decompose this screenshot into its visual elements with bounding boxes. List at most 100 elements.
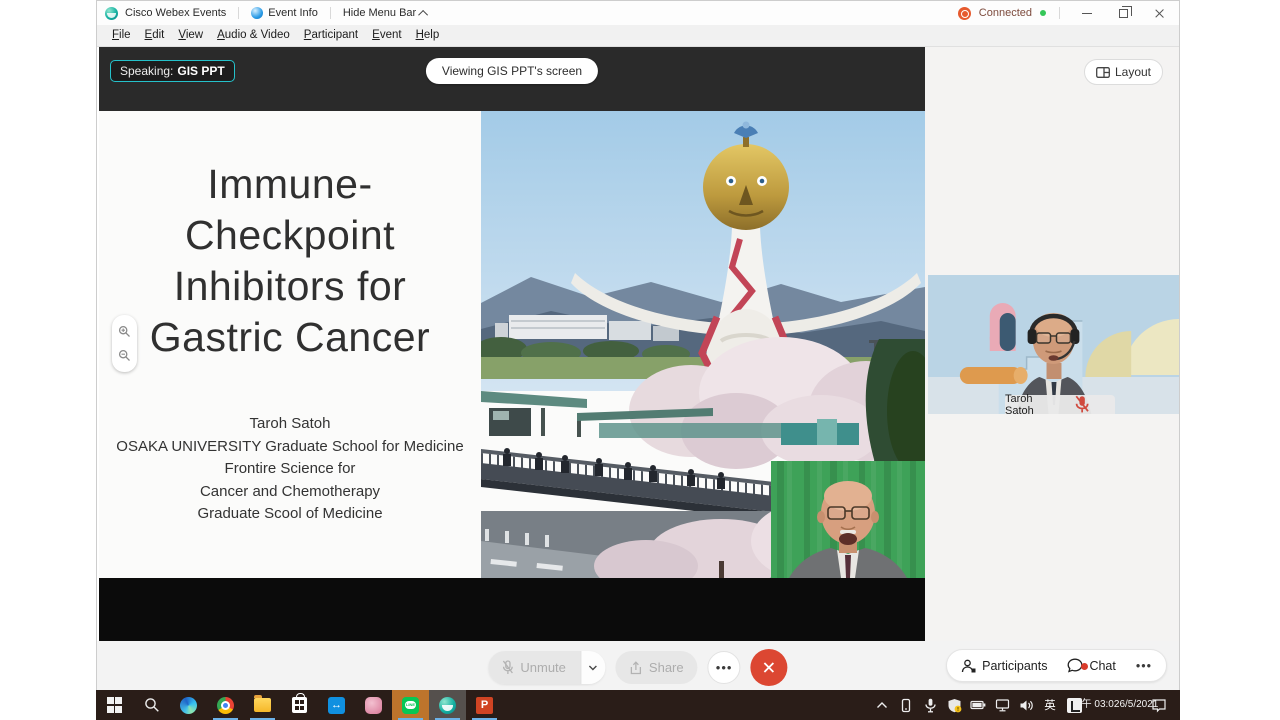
taskbar-line-button[interactable]: LINE [392,690,429,720]
right-panel: Layout [925,47,1179,641]
defender-shield-icon [947,698,962,713]
chevron-up-icon [876,701,888,709]
more-options-button[interactable]: ••• [708,651,741,684]
windows-taskbar: ↔ LINE P [96,690,1180,720]
taskbar-powerpoint-button[interactable]: P [466,690,503,720]
tray-expand-button[interactable] [870,701,894,709]
taskbar-webex-button[interactable] [429,690,466,720]
taskbar-chrome-button[interactable] [207,690,244,720]
webex-logo-icon [105,7,118,20]
tray-volume-button[interactable] [1014,699,1038,712]
windows-logo-icon [107,697,123,713]
taskbar-search-button[interactable] [133,690,170,720]
control-bar: Unmute Share ••• [97,641,1179,691]
file-explorer-icon [254,698,271,712]
leave-event-button[interactable] [751,649,788,686]
taskbar-store-button[interactable] [281,690,318,720]
minimize-button[interactable] [1073,3,1101,23]
divider [330,7,331,19]
menu-item-audio-video[interactable]: Audio & Video [210,25,297,46]
taskbar-clock[interactable]: 下午 03:02 6/5/2021 [1086,699,1144,711]
chevron-up-icon [418,9,428,19]
microsoft-store-icon [292,697,307,713]
menu-bar: File Edit View Audio & Video Participant… [97,25,1179,47]
action-center-button[interactable] [1144,698,1174,713]
taskbar-edge-button[interactable] [170,690,207,720]
taskbar-app-button[interactable] [355,690,392,720]
zoom-controls [112,315,137,372]
slide-author-block: Taroh Satoh OSAKA UNIVERSITY Graduate Sc… [99,413,481,526]
tray-device-button[interactable] [894,698,918,713]
close-button[interactable] [1145,3,1173,23]
event-info-icon [251,7,263,19]
divider [1059,7,1060,19]
participant-video-frame [928,275,1179,414]
speaking-badge: Speaking: GIS PPT [110,60,235,82]
minimize-icon [1082,13,1092,14]
participants-icon [961,659,976,673]
participant-video[interactable]: Taroh Satoh [928,275,1179,414]
mic-muted-icon [1049,395,1115,414]
speaker-name: GIS PPT [177,64,224,78]
menu-item-view[interactable]: View [171,25,210,46]
app-title: Cisco Webex Events [125,7,226,19]
line-icon: LINE [402,697,419,714]
layout-button[interactable]: Layout [1084,59,1163,85]
unmute-split-button: Unmute [488,651,605,684]
close-icon [763,661,776,674]
hide-menu-bar-button[interactable]: Hide Menu Bar [343,7,428,19]
speaking-label: Speaking: [120,64,173,78]
shared-screen: Immune- Checkpoint Inhibitors for Gastri… [99,111,925,578]
title-bar: Cisco Webex Events Event Info Hide Menu … [97,1,1179,25]
share-icon [629,661,642,675]
screenshot-canvas: Cisco Webex Events Event Info Hide Menu … [0,0,1280,720]
unmute-options-button[interactable] [580,651,605,684]
presenter-inset-video [771,461,925,578]
search-icon [144,697,160,713]
menu-item-participant[interactable]: Participant [297,25,365,46]
chat-button[interactable]: Chat [1057,658,1125,673]
layout-icon [1096,67,1110,78]
chevron-down-icon [588,665,597,671]
zoom-out-button[interactable] [118,349,131,362]
webex-window: Cisco Webex Events Event Info Hide Menu … [96,0,1180,690]
menu-item-event[interactable]: Event [365,25,408,46]
connected-status-dot [1040,10,1046,16]
menu-item-edit[interactable]: Edit [138,25,172,46]
tray-network-button[interactable] [990,698,1014,712]
tray-microphone-button[interactable] [918,698,942,713]
edge-icon [180,697,197,714]
powerpoint-icon: P [476,697,493,714]
system-tray: 英 下午 03:02 6/5/2021 [870,690,1180,720]
network-display-icon [995,698,1010,712]
taskbar-teamviewer-button[interactable]: ↔ [318,690,355,720]
panel-buttons-group: Participants Chat ••• [946,649,1167,682]
menu-item-help[interactable]: Help [409,25,447,46]
tray-battery-button[interactable] [966,699,990,711]
menu-item-file[interactable]: File [105,25,138,46]
taskbar-file-explorer-button[interactable] [244,690,281,720]
battery-icon [970,699,986,711]
device-icon [899,698,913,713]
zoom-in-button[interactable] [118,325,131,338]
close-icon [1154,8,1165,19]
chat-notification-dot [1081,663,1088,670]
more-panels-button[interactable]: ••• [1126,659,1162,673]
start-button[interactable] [96,690,133,720]
connection-icon [958,7,971,20]
tray-security-button[interactable] [942,698,966,713]
desktop-screen: Cisco Webex Events Event Info Hide Menu … [96,0,1180,720]
unmute-button[interactable]: Unmute [488,651,580,684]
video-nameplate: Taroh Satoh [1005,395,1115,414]
slide-text-area: Immune- Checkpoint Inhibitors for Gastri… [99,111,481,578]
notification-icon [1151,698,1167,713]
ime-language-indicator[interactable]: 英 [1038,697,1062,713]
restore-button[interactable] [1109,3,1137,23]
viewing-banner: Viewing GIS PPT's screen [426,58,598,84]
teamviewer-icon: ↔ [328,697,345,714]
pink-app-icon [365,697,382,714]
share-button[interactable]: Share [615,651,698,684]
divider [238,7,239,19]
participants-button[interactable]: Participants [951,659,1057,673]
event-info-button[interactable]: Event Info [251,7,318,19]
